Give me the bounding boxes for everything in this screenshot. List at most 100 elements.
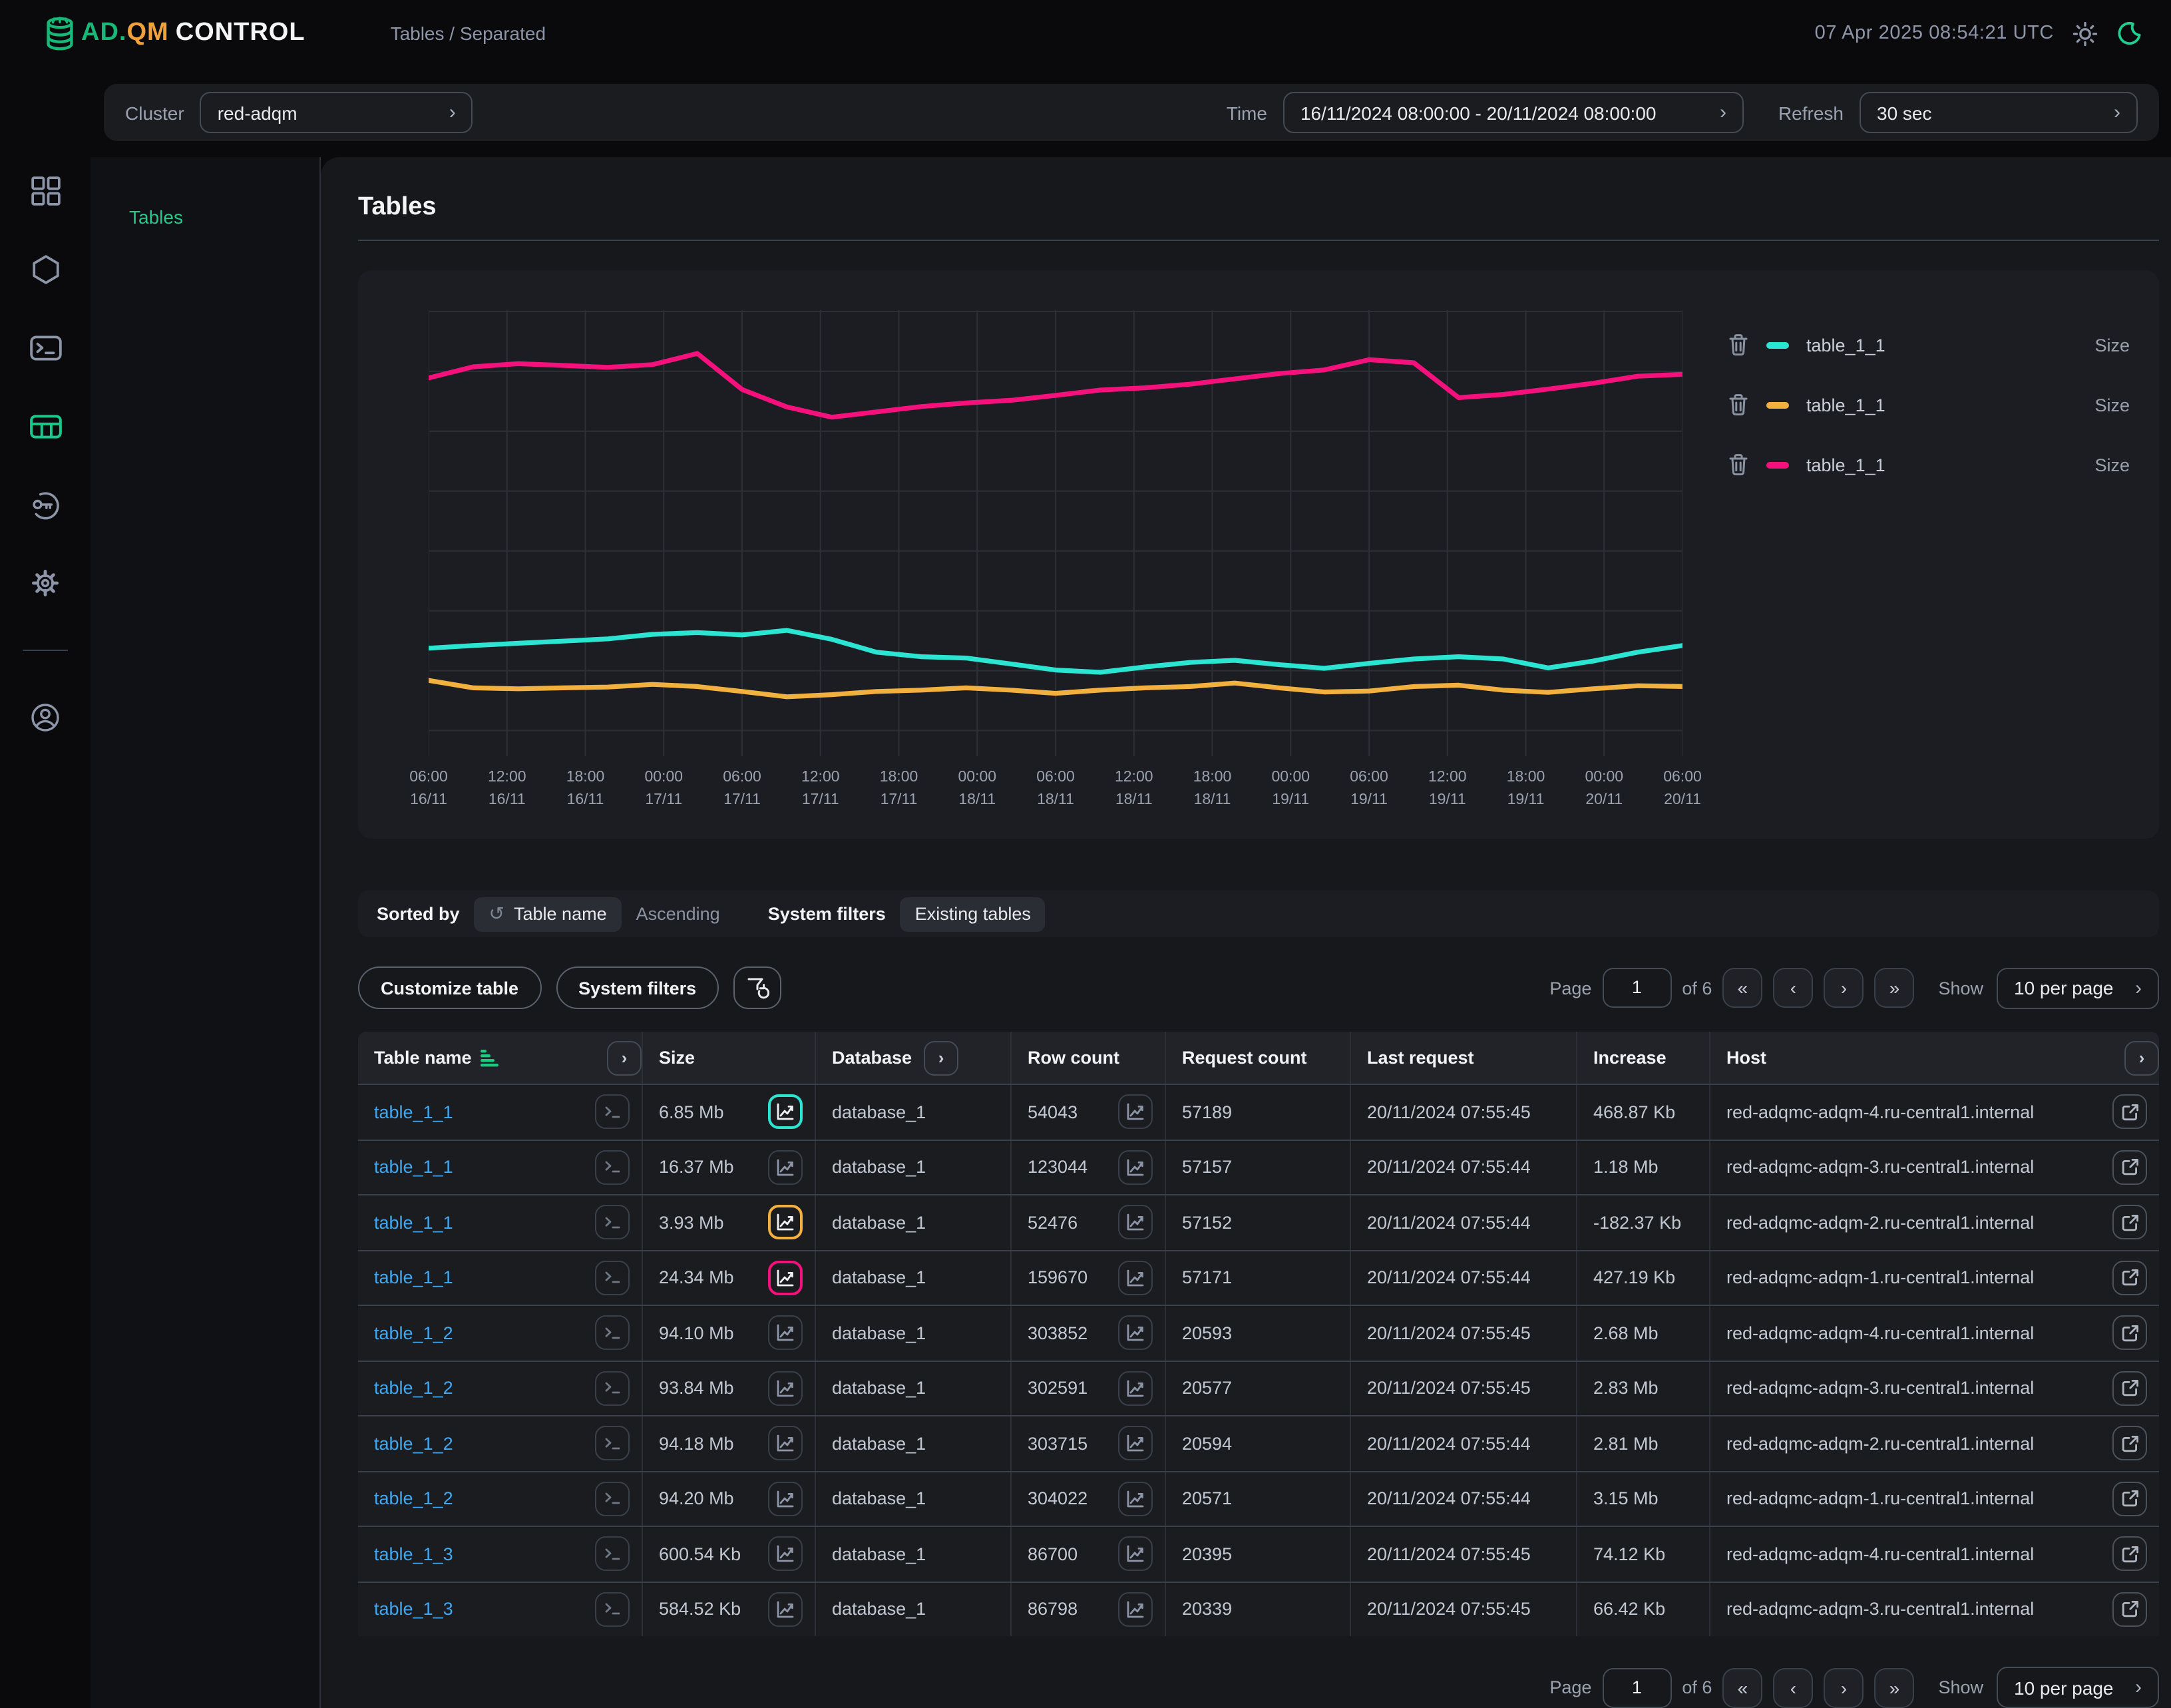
remove-series-trash-icon[interactable] [1728, 333, 1749, 357]
plot-row-count-chart-button[interactable] [1118, 1371, 1153, 1406]
reset-filters-button[interactable] [733, 966, 781, 1009]
first-page-button[interactable]: « [1722, 1667, 1762, 1707]
remove-series-trash-icon[interactable] [1728, 393, 1749, 417]
plot-size-chart-button[interactable] [768, 1095, 803, 1130]
refresh-interval-select[interactable]: 30 sec › [1860, 92, 2138, 133]
plot-size-chart-button[interactable] [768, 1482, 803, 1516]
column-header-increase[interactable]: Increase [1577, 1032, 1710, 1084]
open-host-external-link-button[interactable] [2112, 1592, 2147, 1627]
table-name-link[interactable]: table_1_2 [374, 1489, 453, 1509]
open-terminal-button[interactable] [595, 1316, 630, 1351]
page-number-input[interactable]: 1 [1602, 968, 1671, 1008]
plot-size-chart-button[interactable] [768, 1261, 803, 1295]
table-name-link[interactable]: table_1_3 [374, 1600, 453, 1619]
open-host-external-link-button[interactable] [2112, 1095, 2147, 1130]
open-terminal-button[interactable] [595, 1426, 630, 1461]
table-name-link[interactable]: table_1_3 [374, 1544, 453, 1564]
last-page-button[interactable]: » [1874, 968, 1914, 1008]
sort-direction[interactable]: Ascending [636, 904, 720, 924]
open-host-external-link-button[interactable] [2112, 1316, 2147, 1351]
table-name-link[interactable]: table_1_2 [374, 1434, 453, 1454]
plot-row-count-chart-button[interactable] [1118, 1150, 1153, 1185]
first-page-button[interactable]: « [1722, 968, 1762, 1008]
open-terminal-button[interactable] [595, 1150, 630, 1185]
plot-row-count-chart-button[interactable] [1118, 1316, 1153, 1351]
last-page-button[interactable]: » [1874, 1667, 1914, 1707]
plot-size-chart-button[interactable] [768, 1371, 803, 1406]
database-column-options-button[interactable]: › [924, 1040, 958, 1075]
dashboard-icon[interactable] [28, 173, 63, 208]
per-page-select[interactable]: 10 per page › [1997, 1667, 2159, 1708]
table-name-link[interactable]: table_1_2 [374, 1379, 453, 1398]
table-name-link[interactable]: table_1_1 [374, 1102, 453, 1122]
user-account-icon[interactable] [28, 700, 63, 735]
terminal-icon[interactable] [28, 330, 63, 365]
open-terminal-button[interactable] [595, 1095, 630, 1130]
table-name-column-options-button[interactable]: › [607, 1040, 642, 1075]
sidebar-item-tables[interactable]: Tables [91, 157, 319, 228]
plot-size-chart-button[interactable] [768, 1592, 803, 1627]
open-host-external-link-button[interactable] [2112, 1482, 2147, 1516]
open-terminal-button[interactable] [595, 1371, 630, 1406]
per-page-select[interactable]: 10 per page › [1997, 967, 2159, 1008]
plot-row-count-chart-button[interactable] [1118, 1205, 1153, 1240]
host-column-options-button[interactable]: › [2124, 1040, 2159, 1075]
open-terminal-button[interactable] [595, 1592, 630, 1627]
column-header-request-count[interactable]: Request count [1166, 1032, 1351, 1084]
plot-size-chart-button[interactable] [768, 1537, 803, 1572]
plot-size-chart-button[interactable] [768, 1150, 803, 1185]
breadcrumb[interactable]: Tables / Separated [391, 23, 546, 44]
hexagon-modules-icon[interactable] [28, 252, 63, 286]
tables-icon[interactable] [28, 409, 63, 443]
system-filter-chip[interactable]: Existing tables [900, 897, 1046, 931]
system-filters-button[interactable]: System filters [556, 966, 719, 1009]
open-terminal-button[interactable] [595, 1482, 630, 1516]
open-host-external-link-button[interactable] [2112, 1261, 2147, 1295]
customize-table-button[interactable]: Customize table [358, 966, 541, 1009]
sort-field-chip[interactable]: ↺ Table name [475, 897, 622, 931]
column-header-database[interactable]: Database› [816, 1032, 1012, 1084]
settings-gear-icon[interactable] [28, 566, 63, 600]
utc-clock: 07 Apr 2025 08:54:21 UTC [1815, 23, 2054, 44]
open-terminal-button[interactable] [595, 1261, 630, 1295]
plot-row-count-chart-button[interactable] [1118, 1482, 1153, 1516]
plot-row-count-chart-button[interactable] [1118, 1537, 1153, 1572]
plot-size-chart-button[interactable] [768, 1316, 803, 1351]
column-header-size[interactable]: Size [643, 1032, 816, 1084]
open-host-external-link-button[interactable] [2112, 1426, 2147, 1461]
access-key-icon[interactable] [28, 487, 63, 522]
table-name-link[interactable]: table_1_1 [374, 1158, 453, 1177]
cluster-select[interactable]: red-adqm › [200, 92, 473, 133]
column-header-table-name[interactable]: Table name› [358, 1032, 643, 1084]
table-name-link[interactable]: table_1_2 [374, 1323, 453, 1343]
cell-increase: 74.12 Kb [1577, 1527, 1710, 1581]
plot-row-count-chart-button[interactable] [1118, 1426, 1153, 1461]
plot-row-count-chart-button[interactable] [1118, 1095, 1153, 1130]
open-host-external-link-button[interactable] [2112, 1205, 2147, 1240]
open-host-external-link-button[interactable] [2112, 1371, 2147, 1406]
plot-row-count-chart-button[interactable] [1118, 1261, 1153, 1295]
column-header-host[interactable]: Host› [1710, 1032, 2159, 1084]
table-name-link[interactable]: table_1_1 [374, 1268, 453, 1288]
plot-row-count-chart-button[interactable] [1118, 1592, 1153, 1627]
column-header-row-count[interactable]: Row count [1012, 1032, 1166, 1084]
table-name-link[interactable]: table_1_1 [374, 1213, 453, 1233]
remove-series-trash-icon[interactable] [1728, 453, 1749, 477]
next-page-button[interactable]: › [1824, 968, 1864, 1008]
plot-size-chart-button[interactable] [768, 1205, 803, 1240]
page-number-input[interactable]: 1 [1602, 1667, 1671, 1707]
time-range-select[interactable]: 16/11/2024 08:00:00 - 20/11/2024 08:00:0… [1283, 92, 1744, 133]
open-terminal-button[interactable] [595, 1205, 630, 1240]
column-header-last-request[interactable]: Last request [1351, 1032, 1577, 1084]
light-theme-sun-icon[interactable] [2072, 21, 2098, 46]
dark-theme-moon-icon[interactable] [2116, 21, 2142, 46]
open-host-external-link-button[interactable] [2112, 1537, 2147, 1572]
open-terminal-button[interactable] [595, 1537, 630, 1572]
prev-page-button[interactable]: ‹ [1773, 968, 1813, 1008]
top-header: AD.QMCONTROL Tables / Separated 07 Apr 2… [0, 0, 2171, 67]
next-page-button[interactable]: › [1824, 1667, 1864, 1707]
prev-page-button[interactable]: ‹ [1773, 1667, 1813, 1707]
page-total: of 6 [1682, 1677, 1712, 1697]
plot-size-chart-button[interactable] [768, 1426, 803, 1461]
open-host-external-link-button[interactable] [2112, 1150, 2147, 1185]
